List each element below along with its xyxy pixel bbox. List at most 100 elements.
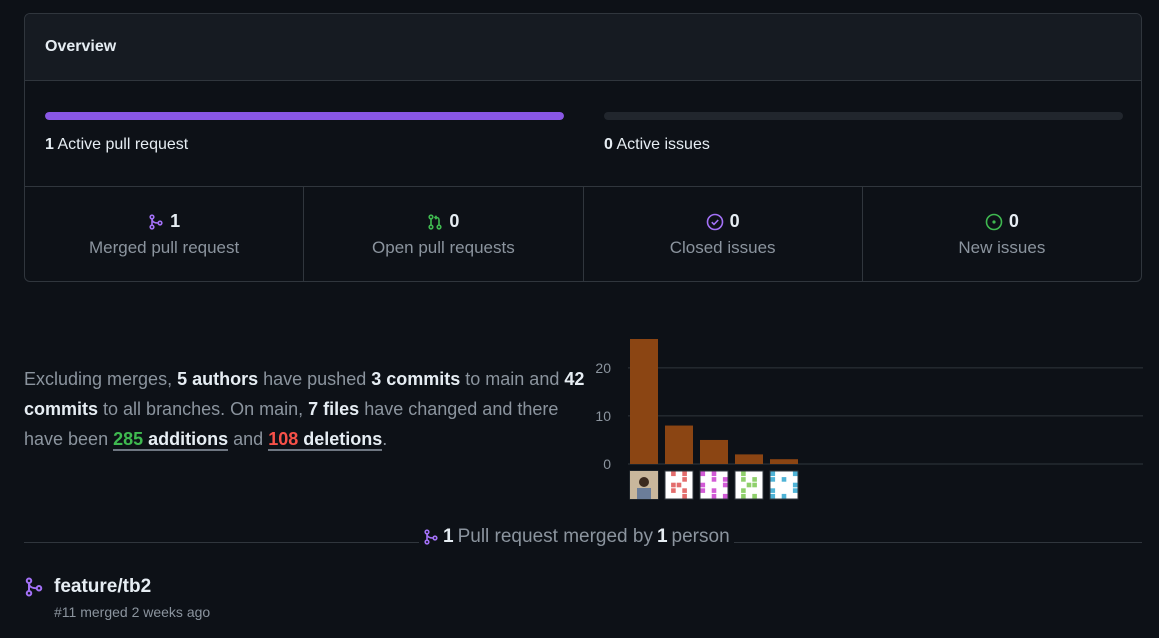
avatar-pixel [792,488,798,493]
git-merge-icon [423,529,439,545]
avatar-pixel [722,482,728,488]
avatar-pixel [682,493,687,499]
avatar-pixel [752,482,757,488]
summary-text: Excluding merges, [24,369,178,389]
avatar-photo-body [637,488,651,499]
merged-pr-item: feature/tb2 #11 merged 2 weeks ago [24,576,210,620]
active-issues-count: 0 [604,136,613,153]
avatar-pixel [741,488,746,493]
stat-value: 0 [1008,211,1019,231]
avatar-pixel [700,471,706,477]
issue-closed-icon [706,213,724,231]
avatar-pixel [682,477,687,482]
git-pull-request-icon [427,213,443,230]
avatar-pixel [752,493,757,499]
additions-word: additions [148,429,229,449]
summary-text: to main and [460,369,565,389]
bar [735,454,763,464]
git-merge-icon [148,213,164,230]
people-text: person [671,526,730,547]
additions-link[interactable]: 285 additions [113,429,229,451]
stat-merged-pull-request[interactable]: 1 Merged pull request [25,187,305,281]
avatar-pixel [711,477,717,482]
y-tick-label: 10 [595,408,611,424]
issues-progress [604,112,1123,120]
avatar-photo-head [639,477,649,487]
avatar-pixel [676,482,682,488]
stat-new-issues[interactable]: 0 New issues [863,187,1141,281]
additions-count: 285 [113,429,144,449]
commits-all-count: 42 [564,369,585,389]
avatar-pixel [682,488,687,493]
summary-text: have pushed [258,369,372,389]
avatar-pixel [770,488,776,493]
files-word: files [323,399,360,419]
y-tick-label: 20 [595,360,611,376]
bar [630,339,658,464]
files-count: 7 [308,399,319,419]
stat-open-pull-requests[interactable]: 0 Open pull requests [304,187,584,281]
stat-label: Merged pull request [88,238,240,257]
avatar-pixel [722,493,728,499]
avatar-pixel [722,477,728,482]
active-pull-request-count: 1 [45,136,54,153]
merged-count: 1 [443,526,454,547]
avatar-pixel [671,488,676,493]
stat-closed-issues[interactable]: 0 Closed issues [584,187,863,281]
commits-all-word: commits [24,399,99,419]
merged-divider: 1 Pull request merged by 1 person [24,526,1142,552]
bar [665,425,693,464]
activity-bars: 1 Active pull request 0 Active issues [25,81,1141,187]
merged-summary: 1 Pull request merged by 1 person [419,526,734,548]
active-issues-link[interactable]: 0 Active issues [604,136,710,154]
avatar-pixel [682,471,687,477]
deletions-word: deletions [303,429,383,449]
avatar-pixel [741,471,746,477]
avatar-pixel [781,493,787,499]
deletions-link[interactable]: 108 deletions [268,429,383,451]
issue-opened-icon [985,213,1003,231]
avatar-pixel [770,471,776,477]
overview-title: Overview [25,14,1141,81]
active-pull-request-label: Active pull request [57,136,189,153]
contributors-chart: 0 10 20 [595,339,1143,500]
commit-summary: Excluding merges, 5 authors have pushed … [24,364,594,454]
avatar-pixel [671,471,676,477]
commits-main-count: 3 [371,369,382,389]
avatar-pixel [711,488,717,493]
bar [770,459,798,464]
bar [700,439,728,464]
avatar-pixel [792,482,798,488]
summary-text: and [228,429,269,449]
active-pull-request-link[interactable]: 1 Active pull request [45,136,188,154]
avatar-pixel [770,477,776,482]
avatar-pixel [700,488,706,493]
stat-label: Closed issues [669,238,776,257]
active-issues-label: Active issues [616,136,710,153]
avatar-pixel [741,493,746,499]
merged-text: Pull request merged by [457,526,653,547]
avatar-pixel [770,493,776,499]
authors-count: 5 [177,369,188,389]
avatar-pixel [711,493,717,499]
pr-title-link[interactable]: feature/tb2 [54,576,151,598]
people-count: 1 [656,526,668,547]
avatar-pixel [746,482,752,488]
avatar-pixel [671,482,676,488]
stats-row: 1 Merged pull request 0 Open pull reques… [25,187,1141,281]
overview-panel: Overview 1 Active pull request 0 Active … [24,13,1142,282]
pull-request-progress [45,112,564,120]
stat-value: 0 [729,211,740,231]
y-tick-label: 0 [603,456,611,472]
avatar-pixel [792,471,798,477]
stat-label: New issues [958,238,1046,257]
summary-text: . [382,429,388,449]
git-merge-icon [24,577,44,597]
avatar-pixel [741,477,746,482]
stat-value: 1 [170,211,181,231]
avatar-pixel [752,477,757,482]
stat-label: Open pull requests [372,238,515,257]
pr-meta: #11 merged 2 weeks ago [54,604,211,620]
avatar-pixel [700,482,706,488]
deletions-count: 108 [268,429,299,449]
